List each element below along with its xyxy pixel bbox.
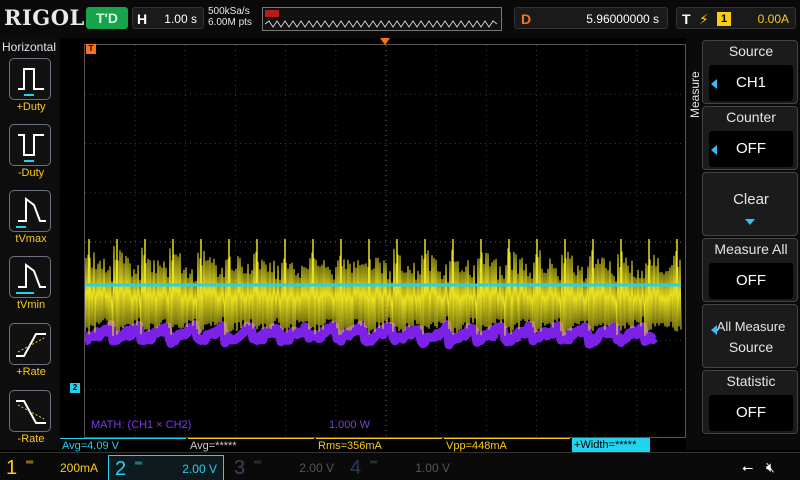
time-at-vmin-label: tVmin <box>16 299 46 311</box>
positive-rate-icon <box>16 333 46 357</box>
channel-1-number: 1 <box>6 457 18 479</box>
trigger-status-badge[interactable]: T'D <box>86 7 128 29</box>
source-softkey[interactable]: Source CH1 <box>702 40 798 104</box>
memory-depth: 6.00M pts <box>208 17 252 28</box>
horizontal-scale-value: 1.00 s <box>164 12 197 26</box>
negative-rate-label: -Rate <box>17 433 45 445</box>
time-at-vmax-button[interactable] <box>9 190 51 232</box>
counter-softkey[interactable]: Counter OFF <box>702 106 798 170</box>
statistic-softkey[interactable]: Statistic OFF <box>702 370 798 434</box>
all-measure-source-softkey[interactable]: All Measure Source <box>702 304 798 368</box>
rising-edge-icon: ⚡ <box>699 11 709 27</box>
trigger-source-badge: 1 <box>717 12 731 26</box>
measure-all-value: OFF <box>709 263 793 299</box>
selector-arrow-icon <box>711 79 717 89</box>
trigger-label: T <box>682 11 691 27</box>
measurement-rms[interactable]: Rms=356mA <box>316 438 442 452</box>
channel-status-bar: 1 ═ 200mA 2 ═ 2.00 V 3 ═ 2.00 V 4 ═ 1.00… <box>0 452 800 480</box>
menu-title-text: Measure <box>688 71 702 118</box>
delay-box[interactable]: D 5.96000000 s <box>514 7 668 29</box>
memory-window-indicator <box>265 10 279 17</box>
dc-coupling-icon: ═ <box>135 458 143 469</box>
measurement-vpp[interactable]: Vpp=448mA <box>444 438 570 452</box>
positive-duty-label: +Duty <box>16 101 46 113</box>
channel-3-tab[interactable]: 3 ═ 2.00 V <box>228 455 340 480</box>
selector-arrow-icon <box>711 325 717 335</box>
channel-3-scale: 2.00 V <box>299 461 334 475</box>
ch2-ground-marker[interactable]: 2 <box>70 383 80 393</box>
channel-4-number: 4 <box>350 457 362 479</box>
time-at-vmin-icon <box>16 263 46 294</box>
negative-duty-label: -Duty <box>17 167 45 179</box>
statistic-label: Statistic <box>726 373 776 389</box>
ch1-trace <box>85 246 682 337</box>
all-measure-source-line1: All Measure <box>716 319 786 334</box>
speaker-muted-icon[interactable]: 🔇︎ <box>766 459 775 476</box>
selector-arrow-icon <box>711 145 717 155</box>
measure-all-softkey[interactable]: Measure All OFF <box>702 238 798 302</box>
positive-rate-button[interactable] <box>9 323 51 365</box>
all-measure-source-line2: Source <box>728 339 774 355</box>
delay-label: D <box>521 11 532 27</box>
negative-rate-icon <box>16 400 46 424</box>
positive-rate-label: +Rate <box>16 366 46 378</box>
measurement-width[interactable]: +Width=***** <box>572 438 650 452</box>
channel-2-number: 2 <box>115 458 127 480</box>
chevron-down-icon <box>745 219 755 225</box>
measurement-avg-ch2[interactable]: Avg=4.09 V <box>60 438 186 452</box>
source-value: CH1 <box>709 65 793 101</box>
acquisition-info: 500kSa/s 6.00M pts <box>208 6 252 28</box>
math-scale-value: 1.000 W <box>329 419 370 431</box>
memory-position-bar[interactable] <box>262 7 502 31</box>
waveform-display[interactable]: MATH: (CH1 × CH2) 1.000 W <box>84 44 686 438</box>
measurement-avg-ch1[interactable]: Avg=***** <box>188 438 314 452</box>
dc-coupling-icon: ═ <box>26 457 34 468</box>
channel-1-scale: 200mA <box>59 461 98 475</box>
trigger-level-value: 0.00A <box>757 12 789 26</box>
negative-duty-button[interactable] <box>9 124 51 166</box>
top-status-bar: RIGOL T'D H 1.00 s 500kSa/s 6.00M pts D … <box>0 0 800 38</box>
graticule <box>85 45 685 437</box>
time-at-vmax-icon <box>16 197 46 228</box>
channel-3-number: 3 <box>234 457 246 479</box>
channel-2-tab[interactable]: 2 ═ 2.00 V <box>108 455 224 480</box>
negative-rate-button[interactable] <box>9 390 51 432</box>
clear-softkey[interactable]: Clear <box>702 172 798 236</box>
channel-4-tab[interactable]: 4 ═ 1.00 V <box>344 455 456 480</box>
dc-coupling-icon: ═ <box>254 457 262 468</box>
positive-duty-button[interactable] <box>9 58 51 100</box>
brand-logo: RIGOL <box>4 5 85 30</box>
time-at-vmax-label: tVmax <box>15 233 47 245</box>
horizontal-timebase-box[interactable]: H 1.00 s <box>132 7 204 29</box>
positive-duty-icon <box>18 68 44 96</box>
math-function-label: MATH: (CH1 × CH2) <box>91 419 192 431</box>
dc-coupling-icon: ═ <box>370 457 378 468</box>
clear-label: Clear <box>733 191 769 208</box>
trigger-position-marker[interactable]: T <box>86 44 96 54</box>
measurement-bar: Avg=4.09 V Avg=***** Rms=356mA Vpp=448mA… <box>60 438 700 452</box>
channel-4-scale: 1.00 V <box>415 461 450 475</box>
negative-duty-icon <box>18 134 44 162</box>
horizontal-measure-panel: Horizontal +Duty -Duty tVmax tVmin +Rate… <box>0 38 60 450</box>
usb-icon: ⭠ <box>742 459 754 475</box>
channel-2-scale: 2.00 V <box>182 462 217 476</box>
sample-rate: 500kSa/s <box>208 6 250 17</box>
trigger-box[interactable]: T ⚡ 1 0.00A <box>676 7 796 29</box>
measure-all-label: Measure All <box>714 241 788 257</box>
delay-value: 5.96000000 s <box>586 12 659 26</box>
trigger-time-pointer[interactable] <box>380 38 390 45</box>
horizontal-label: H <box>137 11 148 27</box>
left-panel-title: Horizontal <box>2 40 57 54</box>
source-label: Source <box>728 43 774 59</box>
channel-1-tab[interactable]: 1 ═ 200mA <box>0 455 104 480</box>
counter-value: OFF <box>709 131 793 167</box>
memory-waveform-preview <box>265 20 498 28</box>
counter-label: Counter <box>726 109 776 125</box>
time-at-vmin-button[interactable] <box>9 256 51 298</box>
statistic-value: OFF <box>709 395 793 431</box>
